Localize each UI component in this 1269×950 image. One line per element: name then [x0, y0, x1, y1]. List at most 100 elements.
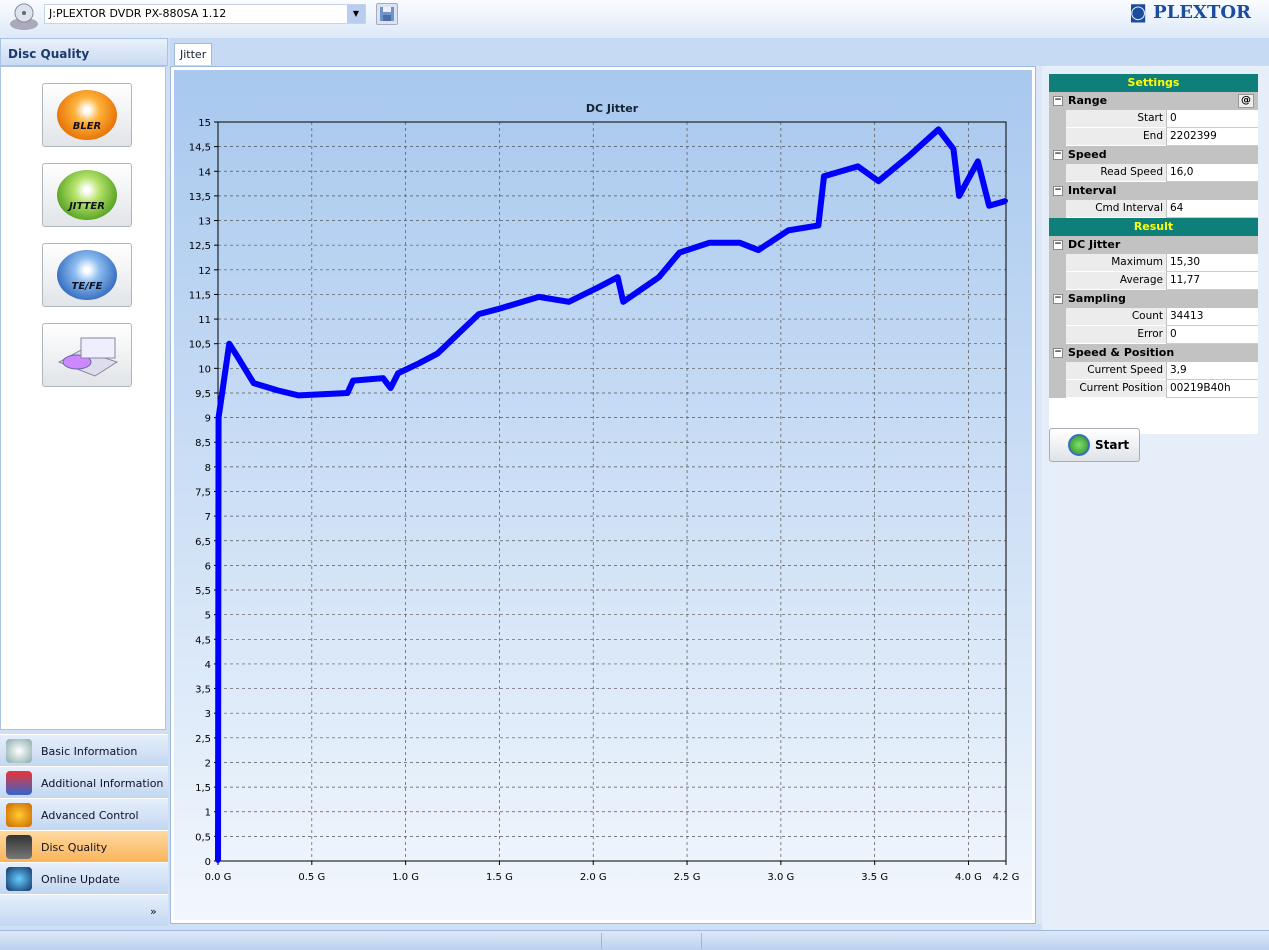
collapse-icon[interactable]: − [1053, 150, 1063, 160]
save-button[interactable] [376, 3, 398, 25]
nav-online-update[interactable]: Online Update [0, 862, 168, 894]
data-point [536, 294, 541, 299]
y-tick-label: 6,5 [195, 537, 211, 548]
collapse-icon[interactable]: − [1053, 186, 1063, 196]
series-line-0 [215, 126, 1007, 862]
y-tick-label: 10 [198, 364, 211, 375]
y-tick-label: 13,5 [189, 192, 211, 203]
x-tick-label: 0.0 G [205, 872, 232, 883]
nav-more-button[interactable]: » [0, 894, 168, 926]
jitter-disc-icon: JITTER [57, 170, 117, 220]
data-point [756, 248, 761, 253]
nav-label: Online Update [41, 873, 120, 886]
y-tick-label: 8 [205, 463, 211, 474]
data-point [737, 240, 742, 245]
jitter-button[interactable]: JITTER [42, 163, 132, 227]
group-sampling[interactable]: − Sampling [1049, 290, 1258, 308]
bler-button[interactable]: BLER [42, 83, 132, 147]
group-range[interactable]: − Range @ [1049, 92, 1258, 110]
result-header: Result [1049, 218, 1258, 236]
chart-title: DC Jitter [586, 102, 639, 115]
data-point [975, 159, 980, 164]
drive-select[interactable]: J:PLEXTOR DVDR PX-880SA 1.12 ▼ [44, 4, 366, 24]
y-tick-label: 2,5 [195, 734, 211, 745]
data-point [251, 381, 256, 386]
disc-info-icon [6, 739, 32, 763]
collapse-icon[interactable]: − [1053, 96, 1063, 106]
tab-strip: Jitter [170, 38, 1269, 66]
prop-start[interactable]: Start 0 [1049, 110, 1258, 128]
data-point [276, 388, 281, 393]
data-point [381, 376, 386, 381]
y-tick-label: 9 [205, 414, 211, 425]
data-point [906, 154, 911, 159]
x-tick-label: 1.5 G [486, 872, 513, 883]
y-tick-label: 4 [205, 660, 211, 671]
x-tick-label: 2.0 G [580, 872, 607, 883]
nav-additional-information[interactable]: Additional Information [0, 766, 168, 798]
nav-advanced-control[interactable]: Advanced Control [0, 798, 168, 830]
tab-jitter[interactable]: Jitter [174, 43, 213, 65]
y-tick-label: 3 [205, 709, 211, 720]
nav-label: Advanced Control [41, 809, 139, 822]
y-tick-label: 0,5 [195, 832, 211, 843]
data-point [476, 312, 481, 317]
collapse-icon[interactable]: − [1053, 240, 1063, 250]
nav-label: Additional Information [41, 777, 164, 790]
y-tick-label: 5 [205, 611, 211, 622]
at-button[interactable]: @ [1238, 94, 1254, 108]
data-point [388, 386, 393, 391]
x-tick-label: 4.2 G [993, 872, 1020, 883]
nav-disc-quality[interactable]: Disc Quality [0, 830, 168, 862]
x-tick-label: 0.5 G [298, 872, 325, 883]
y-tick-label: 14,5 [189, 143, 211, 154]
data-point [957, 193, 962, 198]
nav-basic-information[interactable]: Basic Information [0, 734, 168, 766]
x-tick-label: 3.0 G [767, 872, 794, 883]
data-point [677, 250, 682, 255]
y-tick-label: 14 [198, 167, 211, 178]
left-panel: Disc Quality BLER JITTER TE/FE Basic Inf… [0, 38, 168, 930]
nav-label: Basic Information [41, 745, 138, 758]
data-point [566, 299, 571, 304]
y-tick-label: 9,5 [195, 389, 211, 400]
data-point [216, 415, 221, 420]
prop-error: Error 0 [1049, 326, 1258, 344]
group-speed-position[interactable]: − Speed & Position [1049, 344, 1258, 362]
data-point [855, 164, 860, 169]
data-point [1004, 198, 1008, 203]
data-point [495, 307, 500, 312]
data-point [707, 240, 712, 245]
y-tick-label: 11 [198, 315, 211, 326]
prop-cmd-interval[interactable]: Cmd Interval 64 [1049, 200, 1258, 218]
y-tick-label: 12 [198, 266, 211, 277]
prop-current-position: Current Position 00219B40h [1049, 380, 1258, 398]
drive-test-button[interactable] [42, 323, 132, 387]
prop-end[interactable]: End 2202399 [1049, 128, 1258, 146]
prop-average: Average 11,77 [1049, 272, 1258, 290]
toolbar: J:PLEXTOR DVDR PX-880SA 1.12 ▼ ◙ PLEXTOR [0, 0, 1269, 38]
data-point [621, 299, 626, 304]
tefe-button[interactable]: TE/FE [42, 243, 132, 307]
data-point [656, 275, 661, 280]
data-point [227, 341, 232, 346]
group-interval[interactable]: − Interval [1049, 182, 1258, 200]
prop-read-speed[interactable]: Read Speed 16,0 [1049, 164, 1258, 182]
y-tick-label: 5,5 [195, 586, 211, 597]
data-point [822, 174, 827, 179]
data-point [876, 179, 881, 184]
play-icon [1068, 434, 1090, 456]
group-dc-jitter[interactable]: − DC Jitter [1049, 236, 1258, 254]
y-tick-label: 6 [205, 561, 211, 572]
data-point [987, 203, 992, 208]
chevron-down-icon[interactable]: ▼ [347, 5, 365, 23]
data-point [786, 228, 791, 233]
y-tick-label: 7,5 [195, 488, 211, 499]
y-tick-label: 8,5 [195, 438, 211, 449]
collapse-icon[interactable]: − [1053, 348, 1063, 358]
group-speed[interactable]: − Speed [1049, 146, 1258, 164]
data-point [396, 371, 401, 376]
start-button[interactable]: Start [1049, 428, 1140, 462]
data-point [351, 378, 356, 383]
collapse-icon[interactable]: − [1053, 294, 1063, 304]
